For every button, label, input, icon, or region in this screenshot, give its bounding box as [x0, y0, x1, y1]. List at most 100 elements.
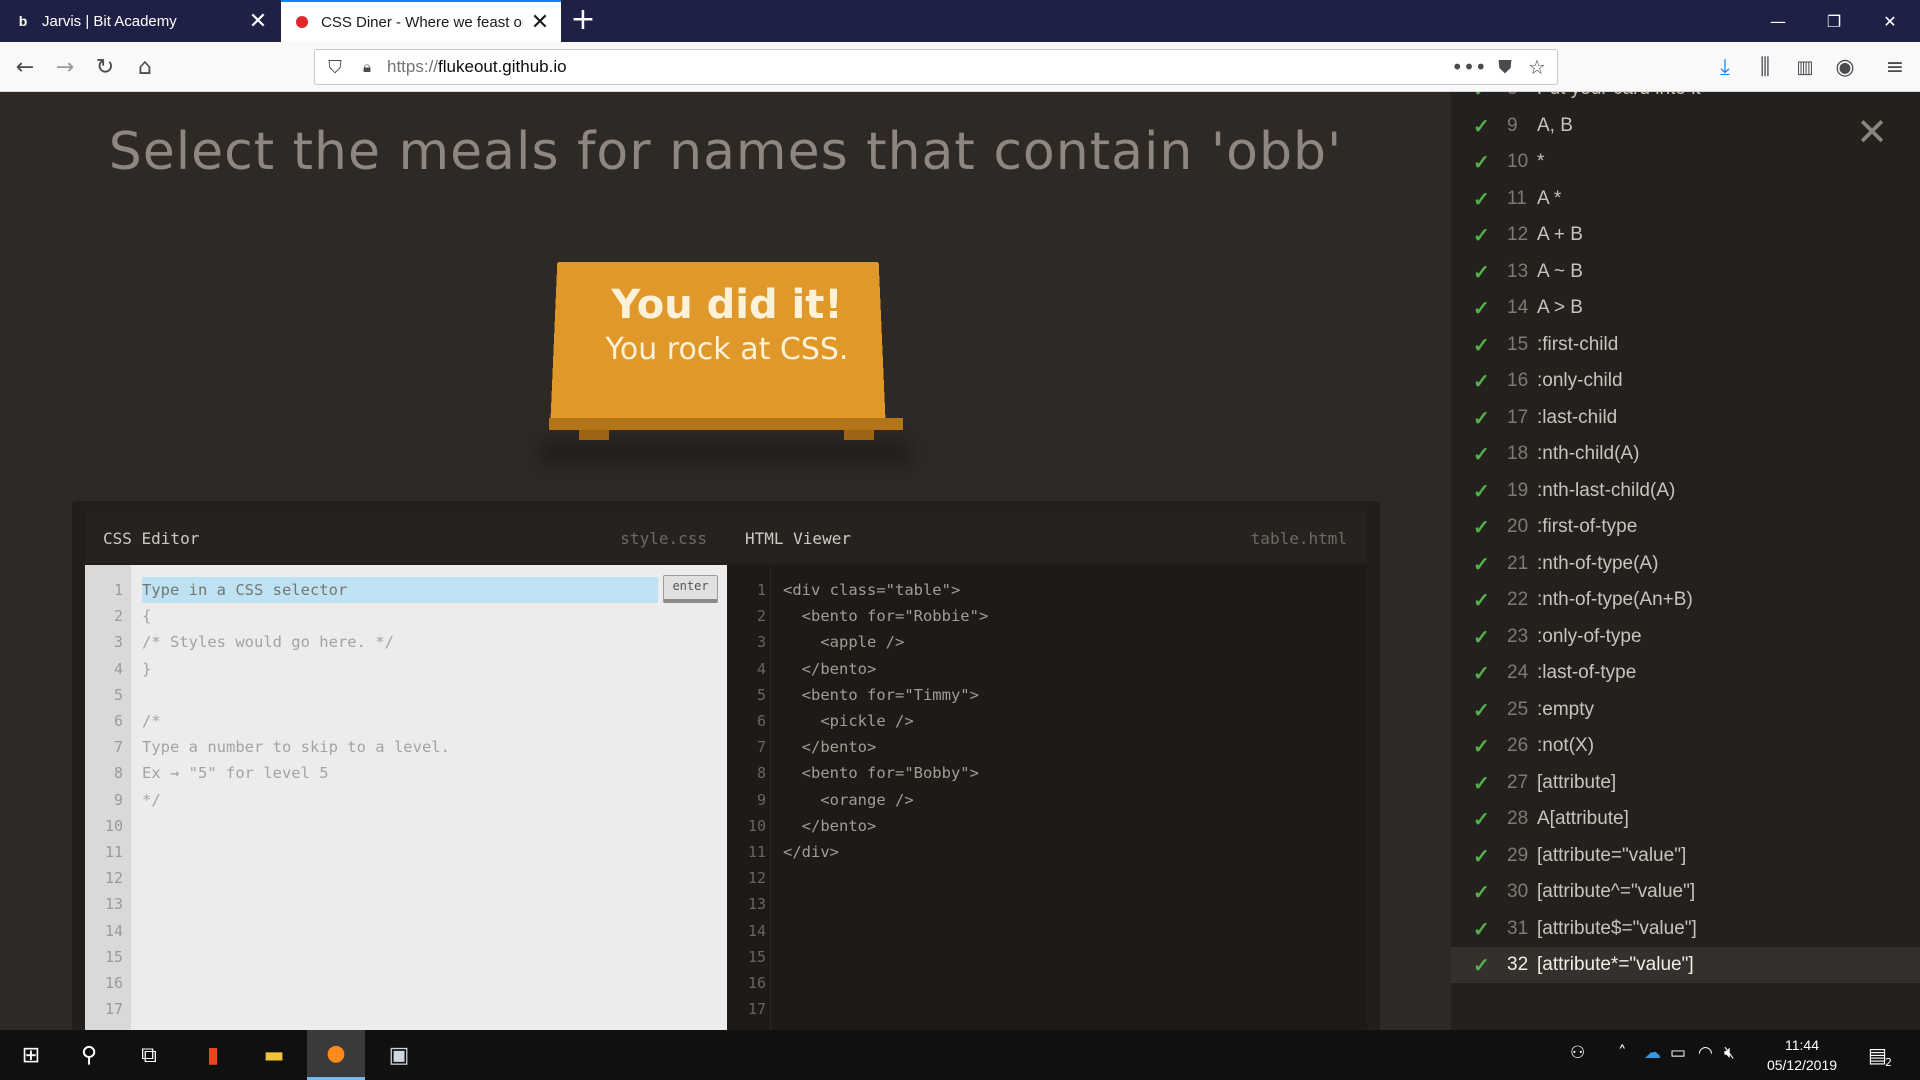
file-explorer-icon[interactable]: ▬ — [245, 1030, 303, 1080]
downloads-icon[interactable]: ⤓ — [1708, 50, 1742, 84]
notification-count: 2 — [1885, 1056, 1892, 1069]
home-icon[interactable]: ⌂ — [128, 50, 162, 84]
level-item[interactable]: ✓ 26:not(X) — [1451, 728, 1920, 764]
checkmark-icon: ✓ — [1473, 334, 1490, 357]
html-code-line[interactable]: <bento for="Bobby"> — [783, 764, 979, 782]
reload-icon[interactable]: ↻ — [88, 50, 122, 84]
window-close-icon[interactable]: ✕ — [1862, 0, 1918, 42]
tab-jarvis[interactable]: b Jarvis | Bit Academy ✕ — [0, 0, 279, 42]
onedrive-icon[interactable]: ☁ — [1644, 1043, 1661, 1063]
level-item[interactable]: ✓ 23:only-of-type — [1451, 619, 1920, 655]
level-item[interactable]: ✓ 11 A * — [1451, 181, 1920, 217]
level-number: 10 — [1507, 151, 1529, 172]
menu-icon[interactable]: ≡ — [1878, 50, 1912, 84]
volume-muted-icon[interactable]: 🔇︎ — [1724, 1043, 1735, 1063]
level-item[interactable]: ✓ 14 A > B — [1451, 290, 1920, 326]
level-item[interactable]: ✓ 15:first-child — [1451, 327, 1920, 363]
pocket-icon[interactable]: ⛊ — [1489, 51, 1521, 83]
level-item[interactable]: ✓ 16:only-child — [1451, 363, 1920, 399]
nav-bar: ← → ↻ ⌂ ⛉ 🔒︎ https://flukeout.github.io … — [0, 42, 1920, 92]
library-icon[interactable]: ⫼ — [1748, 50, 1782, 84]
close-tab-icon[interactable]: ✕ — [241, 4, 275, 38]
level-item[interactable]: ✓ 20:first-of-type — [1451, 509, 1920, 545]
remote-app-icon[interactable]: ▣ — [370, 1030, 428, 1080]
battery-icon[interactable]: ▭ — [1670, 1043, 1686, 1063]
level-item[interactable]: ✓ 19:nth-last-child(A) — [1451, 473, 1920, 509]
css-diner-favicon-icon — [296, 16, 308, 28]
checkmark-icon: ✓ — [1473, 480, 1490, 503]
level-selector: :empty — [1537, 698, 1595, 720]
level-item[interactable]: ✓ 28 A[attribute] — [1451, 801, 1920, 837]
show-hidden-icons-icon[interactable]: ˄ — [1618, 1043, 1627, 1063]
css-code-line: Type a number to skip to a level. — [142, 738, 450, 757]
level-item[interactable]: ✓ 27 [attribute] — [1451, 765, 1920, 801]
level-item[interactable]: ✓ 8Put your card into it — [1451, 92, 1920, 107]
level-item[interactable]: ✓ 13 A ~ B — [1451, 254, 1920, 290]
html-code-line[interactable]: <orange /> — [783, 791, 913, 809]
minimize-icon[interactable]: — — [1750, 0, 1806, 42]
html-code-line[interactable]: <bento for="Robbie"> — [783, 607, 989, 625]
shield-icon[interactable]: ⛉ — [319, 51, 351, 83]
html-code-line[interactable]: <pickle /> — [783, 712, 913, 730]
firefox-icon[interactable]: ● — [307, 1030, 365, 1080]
level-item[interactable]: ✓ 31 [attribute$="value"] — [1451, 911, 1920, 947]
restore-icon[interactable]: ❐ — [1806, 0, 1862, 42]
address-bar[interactable]: ⛉ 🔒︎ https://flukeout.github.io ••• ⛊ ☆ — [314, 49, 1558, 85]
back-arrow-icon[interactable]: ← — [8, 50, 42, 84]
checkmark-icon: ✓ — [1473, 152, 1490, 174]
close-tab-icon[interactable]: ✕ — [523, 5, 557, 39]
level-item[interactable]: ✓ 12 A + B — [1451, 217, 1920, 253]
account-icon[interactable]: ◉ — [1828, 50, 1862, 84]
level-item[interactable]: ✓ 25:empty — [1451, 692, 1920, 728]
level-number: 24 — [1507, 662, 1529, 683]
line-number: 16 — [104, 974, 123, 992]
lock-icon[interactable]: 🔒︎ — [351, 51, 383, 83]
level-item[interactable]: ✓ 29 [attribute="value"] — [1451, 838, 1920, 874]
level-item[interactable]: ✓ 9 A, B — [1451, 108, 1920, 144]
sidebar-toggle-icon[interactable]: ▥ — [1788, 50, 1822, 84]
level-item[interactable]: ✓ 10 * — [1451, 144, 1920, 180]
level-item[interactable]: ✓ 22:nth-of-type(An+B) — [1451, 582, 1920, 618]
html-code-line[interactable]: </bento> — [783, 660, 877, 678]
clock[interactable]: 11:44 05/12/2019 — [1757, 1035, 1847, 1075]
level-number: 19 — [1507, 479, 1529, 501]
html-code-line[interactable]: <div class="table"> — [783, 581, 960, 599]
level-number: 18 — [1507, 443, 1529, 464]
checkmark-icon: ✓ — [1473, 444, 1490, 466]
line-number: 9 — [756, 790, 766, 809]
html-code-line[interactable]: </bento> — [783, 738, 877, 756]
url-text[interactable]: https://flukeout.github.io — [387, 50, 567, 84]
level-item[interactable]: ✓ 18:nth-child(A) — [1451, 436, 1920, 472]
html-code-line[interactable]: <bento for="Timmy"> — [783, 686, 979, 704]
level-number: 25 — [1507, 698, 1529, 720]
level-number: 32 — [1507, 954, 1529, 975]
css-selector-input[interactable] — [142, 577, 658, 603]
level-item[interactable]: ✓ 17:last-child — [1451, 400, 1920, 436]
forward-arrow-icon[interactable]: → — [48, 50, 82, 84]
search-icon[interactable]: ⚲ — [60, 1030, 118, 1080]
html-code-line[interactable]: <apple /> — [783, 633, 904, 651]
level-item[interactable]: ✓ 32 [attribute*="value"] — [1451, 947, 1920, 983]
level-selector: A ~ B — [1537, 260, 1583, 282]
wifi-icon[interactable]: ◠ — [1698, 1043, 1713, 1063]
page-actions-icon[interactable]: ••• — [1451, 51, 1486, 83]
html-code-line[interactable]: </div> — [783, 843, 839, 861]
level-selector: :not(X) — [1537, 735, 1595, 756]
bookmark-star-icon[interactable]: ☆ — [1521, 51, 1553, 83]
level-item[interactable]: ✓ 24:last-of-type — [1451, 655, 1920, 691]
html-code-line[interactable]: </bento> — [783, 817, 877, 835]
new-tab-plus-icon[interactable]: + — [566, 4, 600, 38]
line-number: 11 — [104, 843, 123, 861]
people-icon[interactable]: ⚇ — [1570, 1043, 1585, 1063]
level-selector: :first-child — [1537, 333, 1619, 355]
office-icon[interactable]: ▮ — [184, 1030, 242, 1080]
checkmark-icon: ✓ — [1473, 371, 1490, 393]
windows-start-icon[interactable]: ⊞ — [2, 1030, 60, 1080]
tab-css-diner[interactable]: CSS Diner - Where we feast on ✕ — [281, 0, 561, 42]
level-item[interactable]: ✓ 21:nth-of-type(A) — [1451, 546, 1920, 582]
close-sidebar-icon[interactable]: ✕ — [1854, 113, 1890, 152]
level-item[interactable]: ✓ 30 [attribute^="value"] — [1451, 874, 1920, 910]
level-number: 21 — [1507, 552, 1529, 574]
task-view-icon[interactable]: ⧉ — [120, 1030, 178, 1080]
enter-button[interactable]: enter — [663, 575, 718, 603]
